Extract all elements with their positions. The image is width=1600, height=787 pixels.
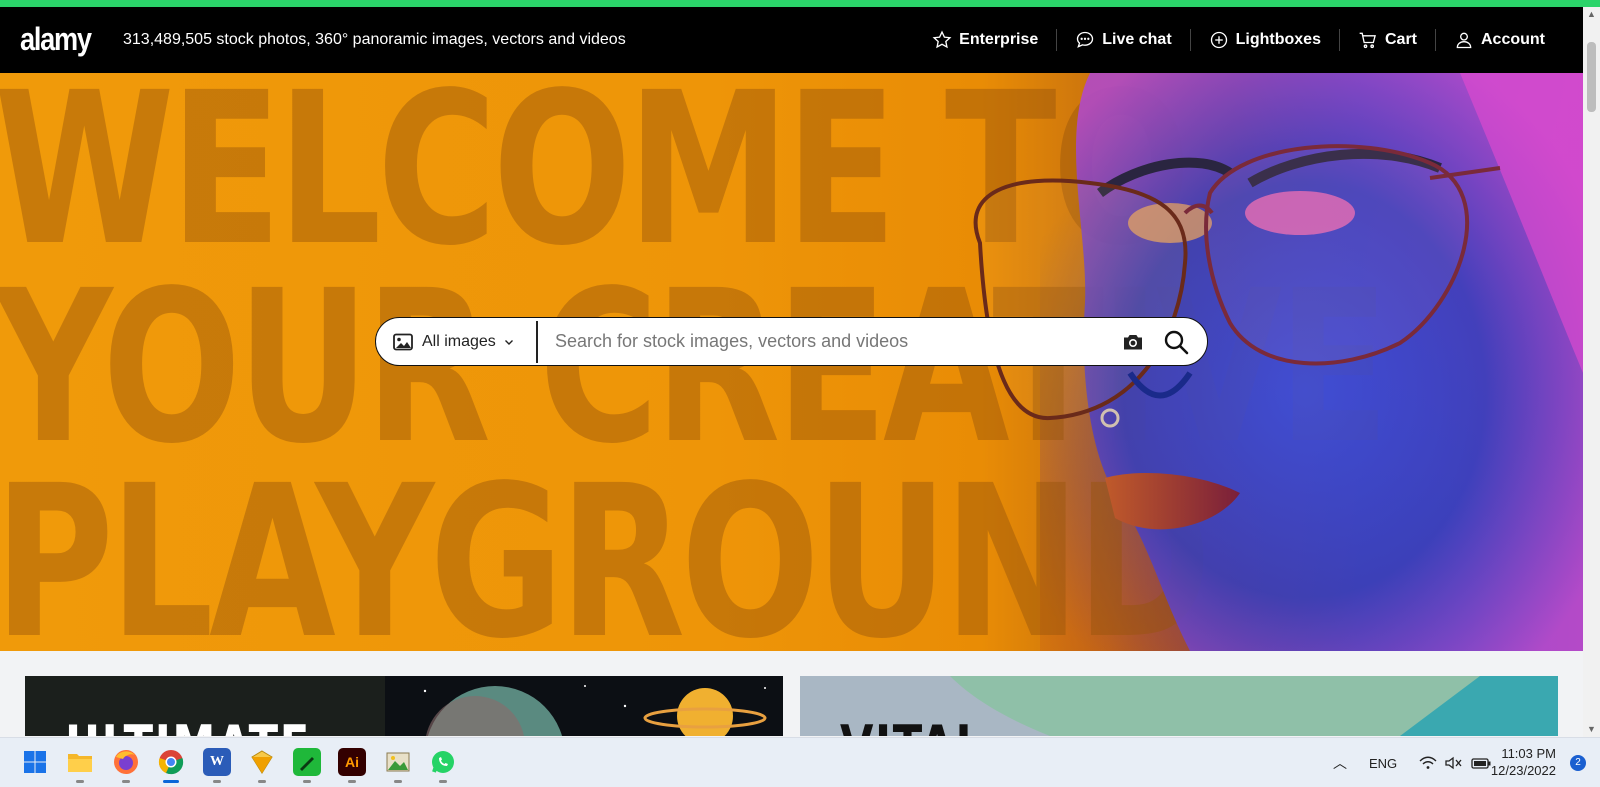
speaker-muted-icon[interactable] bbox=[1445, 756, 1463, 770]
file-explorer-icon[interactable] bbox=[66, 748, 94, 776]
chevron-down-icon bbox=[504, 339, 513, 345]
illustrator-icon[interactable]: Ai bbox=[338, 748, 366, 776]
sketch-app-icon[interactable] bbox=[248, 748, 276, 776]
taskbar-running-indicator bbox=[439, 780, 447, 783]
nav-live-chat[interactable]: Live chat bbox=[1057, 7, 1189, 73]
taskbar-running-indicator bbox=[394, 780, 402, 783]
nav-enterprise[interactable]: Enterprise bbox=[914, 7, 1056, 73]
nav-cart-label: Cart bbox=[1384, 31, 1417, 48]
clock-time: 11:03 PM bbox=[1501, 746, 1556, 761]
taskbar-running-indicator bbox=[348, 780, 356, 783]
nav-lightboxes[interactable]: Lightboxes bbox=[1191, 7, 1339, 73]
site-header: alamy 313,489,505 stock photos, 360° pan… bbox=[0, 7, 1583, 73]
nav-account[interactable]: Account bbox=[1436, 7, 1563, 73]
word-icon[interactable]: W bbox=[203, 748, 231, 776]
nav-lightboxes-label: Lightboxes bbox=[1235, 31, 1321, 48]
promo-card-title: ULTIMATE bbox=[65, 714, 311, 736]
hero-banner: WELCOME TO YOUR CREATIVE PLAYGROUND All … bbox=[0, 73, 1583, 651]
taskbar-running-indicator bbox=[122, 780, 130, 783]
firefox-icon[interactable] bbox=[112, 748, 140, 776]
cart-icon bbox=[1359, 32, 1376, 49]
system-clock[interactable]: 11:03 PM 12/23/2022 bbox=[1491, 745, 1556, 779]
windows-taskbar: W Ai ︿ ENG 11:03 PM 12/23/2022 2 bbox=[0, 737, 1600, 787]
scroll-down-arrow-icon[interactable]: ▼ bbox=[1587, 725, 1596, 734]
battery-charging-icon[interactable] bbox=[1471, 756, 1491, 770]
taskbar-active-indicator bbox=[163, 780, 179, 783]
system-tray: ︿ ENG bbox=[1333, 738, 1491, 787]
chat-bubble-icon bbox=[1077, 31, 1094, 48]
taskbar-running-indicator bbox=[258, 780, 266, 783]
star-icon bbox=[932, 30, 952, 49]
nav-enterprise-label: Enterprise bbox=[959, 31, 1039, 48]
header-nav: Enterprise Live chat Lightboxes Cart Acc… bbox=[914, 7, 1563, 73]
notification-badge[interactable]: 2 bbox=[1570, 755, 1586, 771]
whatsapp-icon[interactable] bbox=[429, 748, 457, 776]
alamy-logo[interactable]: alamy bbox=[20, 21, 92, 58]
promo-card-title: VITAL bbox=[840, 714, 985, 736]
header-tagline: 313,489,505 stock photos, 360° panoramic… bbox=[123, 31, 626, 48]
taskbar-running-indicator bbox=[76, 780, 84, 783]
taskbar-running-indicator bbox=[213, 780, 221, 783]
clock-date: 12/23/2022 bbox=[1490, 763, 1556, 778]
camera-search-icon[interactable] bbox=[1121, 330, 1145, 354]
search-icon[interactable] bbox=[1163, 329, 1189, 355]
search-type-label: All images bbox=[422, 332, 496, 350]
search-type-dropdown[interactable]: All images bbox=[376, 318, 536, 365]
image-viewer-icon[interactable] bbox=[384, 748, 412, 776]
browser-page: alamy 313,489,505 stock photos, 360° pan… bbox=[0, 0, 1600, 787]
page-scrollbar[interactable]: ▲ ▼ bbox=[1583, 7, 1600, 737]
promo-card-ultimate[interactable]: ULTIMATE bbox=[25, 676, 783, 736]
nav-account-label: Account bbox=[1481, 31, 1545, 48]
wifi-icon[interactable] bbox=[1419, 756, 1437, 770]
plus-circle-icon bbox=[1210, 31, 1227, 49]
image-icon bbox=[393, 333, 413, 350]
scroll-up-arrow-icon[interactable]: ▲ bbox=[1587, 10, 1596, 19]
taskbar-running-indicator bbox=[303, 780, 311, 783]
scroll-thumb[interactable] bbox=[1587, 42, 1596, 112]
green-pen-app-icon[interactable] bbox=[293, 748, 321, 776]
chrome-icon[interactable] bbox=[157, 748, 185, 776]
user-icon bbox=[1456, 32, 1472, 49]
nav-cart[interactable]: Cart bbox=[1340, 7, 1435, 73]
top-accent-strip bbox=[0, 0, 1600, 7]
language-indicator[interactable]: ENG bbox=[1369, 756, 1397, 771]
promo-card-vital[interactable]: VITAL bbox=[800, 676, 1558, 736]
search-bar: All images bbox=[375, 317, 1208, 366]
chevron-up-icon[interactable]: ︿ bbox=[1333, 753, 1347, 773]
nav-live-chat-label: Live chat bbox=[1102, 31, 1172, 48]
start-icon[interactable] bbox=[21, 748, 49, 776]
search-input[interactable] bbox=[538, 318, 1121, 365]
